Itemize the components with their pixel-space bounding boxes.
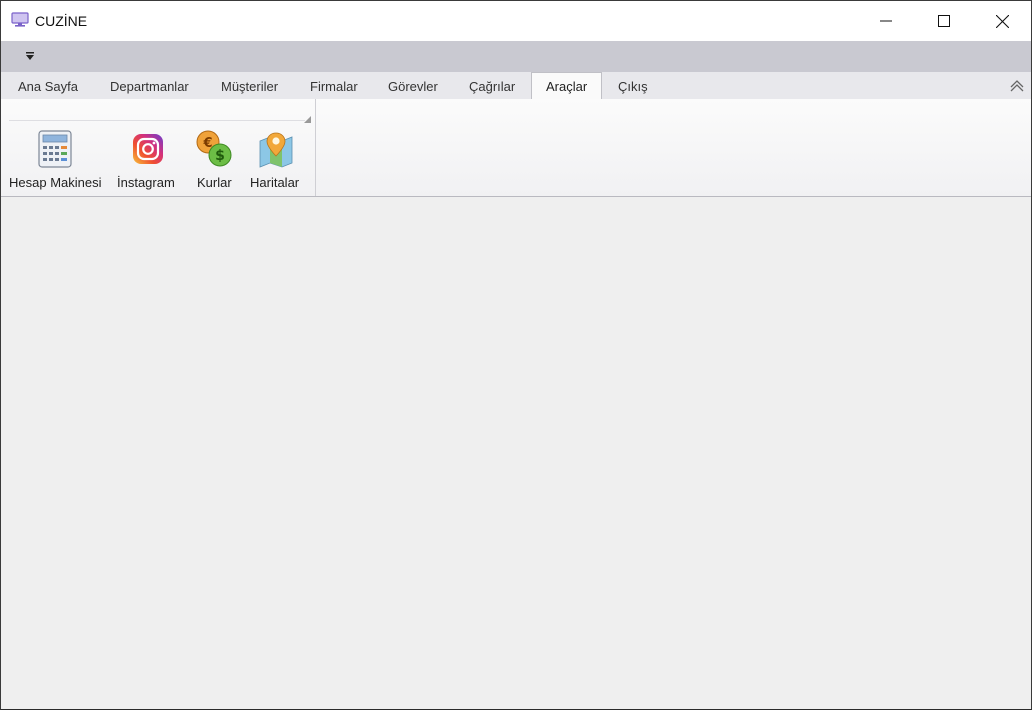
title-bar: CUZİNE — [1, 1, 1031, 41]
hesap-makinesi-label: Hesap Makinesi — [9, 175, 102, 190]
tab-departmanlar[interactable]: Departmanlar — [110, 72, 189, 100]
haritalar-label: Haritalar — [250, 175, 300, 190]
ribbon-collapse-button[interactable] — [1009, 78, 1025, 94]
customize-dropdown-icon — [26, 51, 34, 60]
hesap-makinesi-button[interactable]: Hesap Makinesi — [5, 129, 105, 193]
quick-access-toolbar — [1, 41, 1031, 72]
window-title: CUZİNE — [35, 13, 88, 29]
maximize-button[interactable] — [915, 1, 973, 41]
instagram-button[interactable]: İnstagram — [113, 129, 183, 193]
tab-cikis[interactable]: Çıkış — [618, 72, 648, 100]
ribbon-panel: Hesap Makinesi İnstagram € $ Kurlar Hari… — [1, 99, 1031, 197]
tab-musteriler[interactable]: Müşteriler — [221, 72, 278, 100]
map-icon — [256, 129, 296, 169]
tab-cagrilar[interactable]: Çağrılar — [469, 72, 515, 100]
tab-gorevler[interactable]: Görevler — [388, 72, 438, 100]
minimize-button[interactable] — [857, 1, 915, 41]
group-separator — [9, 120, 305, 121]
monitor-app-icon — [11, 12, 29, 28]
svg-text:$: $ — [215, 148, 225, 164]
minimize-icon — [880, 20, 892, 22]
instagram-label: İnstagram — [117, 175, 175, 190]
tab-firmalar[interactable]: Firmalar — [310, 72, 358, 100]
collapse-ribbon-icon — [1010, 80, 1024, 92]
group-launcher-icon[interactable] — [304, 110, 311, 123]
app-window: CUZİNE Ana Sayfa Departmanlar Müşteriler… — [0, 0, 1032, 710]
kurlar-label: Kurlar — [197, 175, 232, 190]
currency-icon: € $ — [194, 129, 234, 169]
tab-ana-sayfa[interactable]: Ana Sayfa — [18, 72, 78, 100]
close-icon — [995, 14, 1009, 28]
instagram-icon — [128, 129, 168, 169]
maximize-icon — [938, 15, 950, 27]
close-button[interactable] — [973, 1, 1031, 41]
ribbon-tabs: Ana Sayfa Departmanlar Müşteriler Firmal… — [1, 72, 1031, 100]
ribbon-group-araclar: Hesap Makinesi İnstagram € $ Kurlar Hari… — [1, 99, 316, 196]
kurlar-button[interactable]: € $ Kurlar — [191, 129, 237, 193]
main-content-area — [1, 197, 1031, 709]
quick-access-dropdown[interactable] — [21, 49, 39, 63]
calculator-icon — [35, 129, 75, 169]
tab-araclar[interactable]: Araçlar — [531, 72, 603, 100]
haritalar-button[interactable]: Haritalar — [247, 129, 305, 193]
